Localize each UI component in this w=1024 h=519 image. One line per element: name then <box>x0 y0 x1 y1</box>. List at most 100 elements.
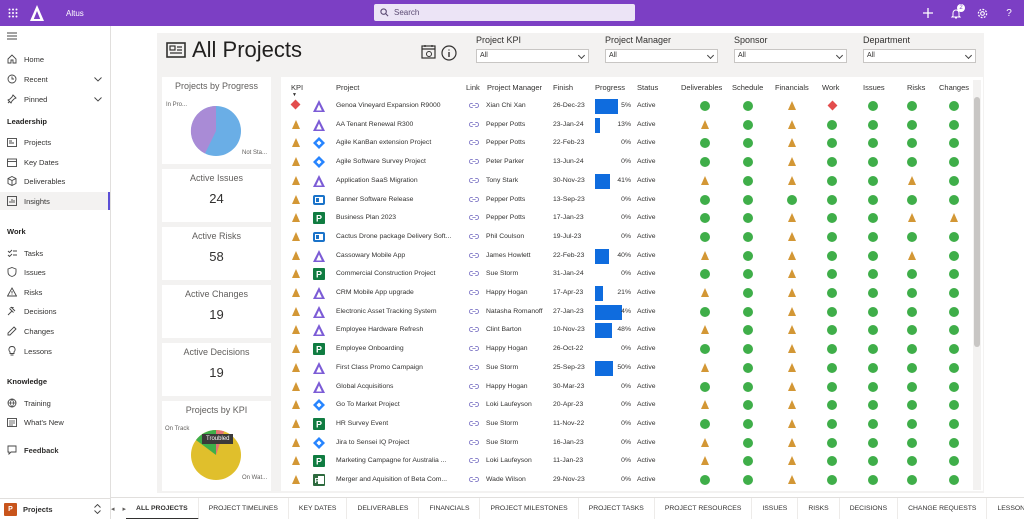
project-name[interactable]: HR Survey Event <box>336 420 464 427</box>
nav-insights[interactable]: Insights <box>0 192 110 210</box>
project-name[interactable]: Commercial Construction Project <box>336 270 464 277</box>
table-row[interactable]: P Merger and Aquisition of Beta Com... Wad… <box>281 471 973 490</box>
link-icon[interactable] <box>469 345 479 354</box>
project-name[interactable]: Global Acquisitions <box>336 383 464 390</box>
project-name[interactable]: AA Tenant Renewal R300 <box>336 121 464 128</box>
project-name[interactable]: CRM Mobile App upgrade <box>336 289 464 296</box>
tab-deliverables[interactable]: DELIVERABLES <box>347 497 420 519</box>
col-progress[interactable]: Progress <box>595 83 625 92</box>
table-row[interactable]: Jira to Sensei IQ Project Sue Storm 16-Jan… <box>281 434 973 453</box>
add-icon[interactable] <box>921 6 935 20</box>
col-finish[interactable]: Finish <box>553 83 573 92</box>
tab-decisions[interactable]: DECISIONS <box>840 497 899 519</box>
filter-select[interactable]: All <box>605 49 718 63</box>
link-icon[interactable] <box>469 177 479 186</box>
nav-projects[interactable]: Projects <box>0 133 110 151</box>
nav-tasks[interactable]: Tasks <box>0 244 110 262</box>
table-row[interactable]: First Class Promo Campaign Sue Storm 25-Se… <box>281 359 973 378</box>
nav-issues[interactable]: Issues <box>0 263 110 281</box>
project-name[interactable]: Jira to Sensei IQ Project <box>336 439 464 446</box>
nav-decisions[interactable]: Decisions <box>0 302 110 320</box>
filter-select[interactable]: All <box>863 49 976 63</box>
project-name[interactable]: Banner Software Release <box>336 196 464 203</box>
help-icon[interactable]: ? <box>1002 6 1016 20</box>
table-row[interactable]: AA Tenant Renewal R300 Pepper Potts 23-Jan… <box>281 116 973 135</box>
project-name[interactable]: Electronic Asset Tracking System <box>336 308 464 315</box>
link-icon[interactable] <box>469 102 479 111</box>
project-name[interactable]: Agile KanBan extension Project <box>336 139 464 146</box>
tab-project-tasks[interactable]: PROJECT TASKS <box>579 497 655 519</box>
table-row[interactable]: Go To Market Project Loki Laufeyson 20-Apr… <box>281 396 973 415</box>
search-box[interactable]: Search <box>374 4 635 21</box>
active-changes-card[interactable]: Active Changes 19 <box>162 285 271 338</box>
col-status[interactable]: Status <box>637 83 658 92</box>
link-icon[interactable] <box>469 364 479 373</box>
project-name[interactable]: Business Plan 2023 <box>336 214 464 221</box>
link-icon[interactable] <box>469 252 479 261</box>
table-row[interactable]: P Marketing Campagne for Australia ... Lok… <box>281 452 973 471</box>
active-risks-card[interactable]: Active Risks 58 <box>162 227 271 280</box>
nav-risks[interactable]: Risks <box>0 283 110 301</box>
tab-prev-icon[interactable]: ◂ <box>111 505 115 513</box>
nav-pinned[interactable]: Pinned <box>0 90 110 108</box>
calendar-refresh-icon[interactable] <box>421 44 437 62</box>
link-icon[interactable] <box>469 196 479 205</box>
tab-lessons-learned[interactable]: LESSONS LEARNED <box>987 498 1024 519</box>
project-name[interactable]: Employee Hardware Refresh <box>336 326 464 333</box>
table-row[interactable]: Cactus Drone package Delivery Soft... Phi… <box>281 228 973 247</box>
tab-project-timelines[interactable]: PROJECT TIMELINES <box>199 497 289 519</box>
link-icon[interactable] <box>469 233 479 242</box>
tab-financials[interactable]: FINANCIALS <box>419 497 481 519</box>
project-name[interactable]: Merger and Aquisition of Beta Com... <box>336 476 464 483</box>
table-row[interactable]: Agile Software Survey Project Peter Parke… <box>281 153 973 172</box>
project-name[interactable]: Application SaaS Migration <box>336 177 464 184</box>
filter-select[interactable]: All <box>476 49 589 63</box>
nav-deliverables[interactable]: Deliverables <box>0 172 110 190</box>
tab-all-projects[interactable]: ALL PROJECTS <box>126 497 199 519</box>
link-icon[interactable] <box>469 121 479 130</box>
project-name[interactable]: Agile Software Survey Project <box>336 158 464 165</box>
tab-project-resources[interactable]: PROJECT RESOURCES <box>655 497 753 519</box>
col-project-manager[interactable]: Project Manager <box>487 83 542 92</box>
table-row[interactable]: Genoa Vineyard Expansion R9000 Xian Chi X… <box>281 97 973 116</box>
table-row[interactable]: Agile KanBan extension Project Pepper Pot… <box>281 134 973 153</box>
table-row[interactable]: Banner Software Release Pepper Potts 13-Se… <box>281 191 973 210</box>
col-risks[interactable]: Risks <box>907 83 925 92</box>
project-name[interactable]: Cactus Drone package Delivery Soft... <box>336 233 464 240</box>
table-row[interactable]: P Commercial Construction Project Sue Stor… <box>281 265 973 284</box>
col-financials[interactable]: Financials <box>775 83 809 92</box>
project-name[interactable]: Employee Onboarding <box>336 345 464 352</box>
col-deliverables[interactable]: Deliverables <box>681 83 722 92</box>
gear-icon[interactable] <box>975 6 989 20</box>
project-name[interactable]: First Class Promo Campaign <box>336 364 464 371</box>
filter-select[interactable]: All <box>734 49 847 63</box>
col-issues[interactable]: Issues <box>863 83 885 92</box>
area-switcher[interactable]: P Projects <box>0 498 110 519</box>
col-work[interactable]: Work <box>822 83 839 92</box>
link-icon[interactable] <box>469 439 479 448</box>
col-schedule[interactable]: Schedule <box>732 83 763 92</box>
tab-key-dates[interactable]: KEY DATES <box>289 497 348 519</box>
tab-project-milestones[interactable]: PROJECT MILESTONES <box>480 497 579 519</box>
table-row[interactable]: P Business Plan 2023 Pepper Potts 17-Jan-23… <box>281 209 973 228</box>
table-row[interactable]: Employee Hardware Refresh Clint Barton 10-… <box>281 321 973 340</box>
tab-issues[interactable]: ISSUES <box>752 497 799 519</box>
nav-whats-new[interactable]: What's New <box>0 413 110 431</box>
nav-home[interactable]: Home <box>0 50 110 68</box>
nav-changes[interactable]: Changes <box>0 322 110 340</box>
link-icon[interactable] <box>469 476 479 485</box>
scrollbar-thumb[interactable] <box>974 97 980 347</box>
col-kpi[interactable]: KPI <box>291 83 303 92</box>
nav-recent[interactable]: Recent <box>0 70 110 88</box>
link-icon[interactable] <box>469 401 479 410</box>
col-project[interactable]: Project <box>336 83 359 92</box>
link-icon[interactable] <box>469 457 479 466</box>
hamburger-icon[interactable] <box>7 32 17 42</box>
link-icon[interactable] <box>469 214 479 223</box>
link-icon[interactable] <box>469 158 479 167</box>
link-icon[interactable] <box>469 270 479 279</box>
chevron-down-icon[interactable] <box>94 75 102 84</box>
link-icon[interactable] <box>469 289 479 298</box>
project-name[interactable]: Go To Market Project <box>336 401 464 408</box>
info-icon[interactable] <box>441 45 457 63</box>
